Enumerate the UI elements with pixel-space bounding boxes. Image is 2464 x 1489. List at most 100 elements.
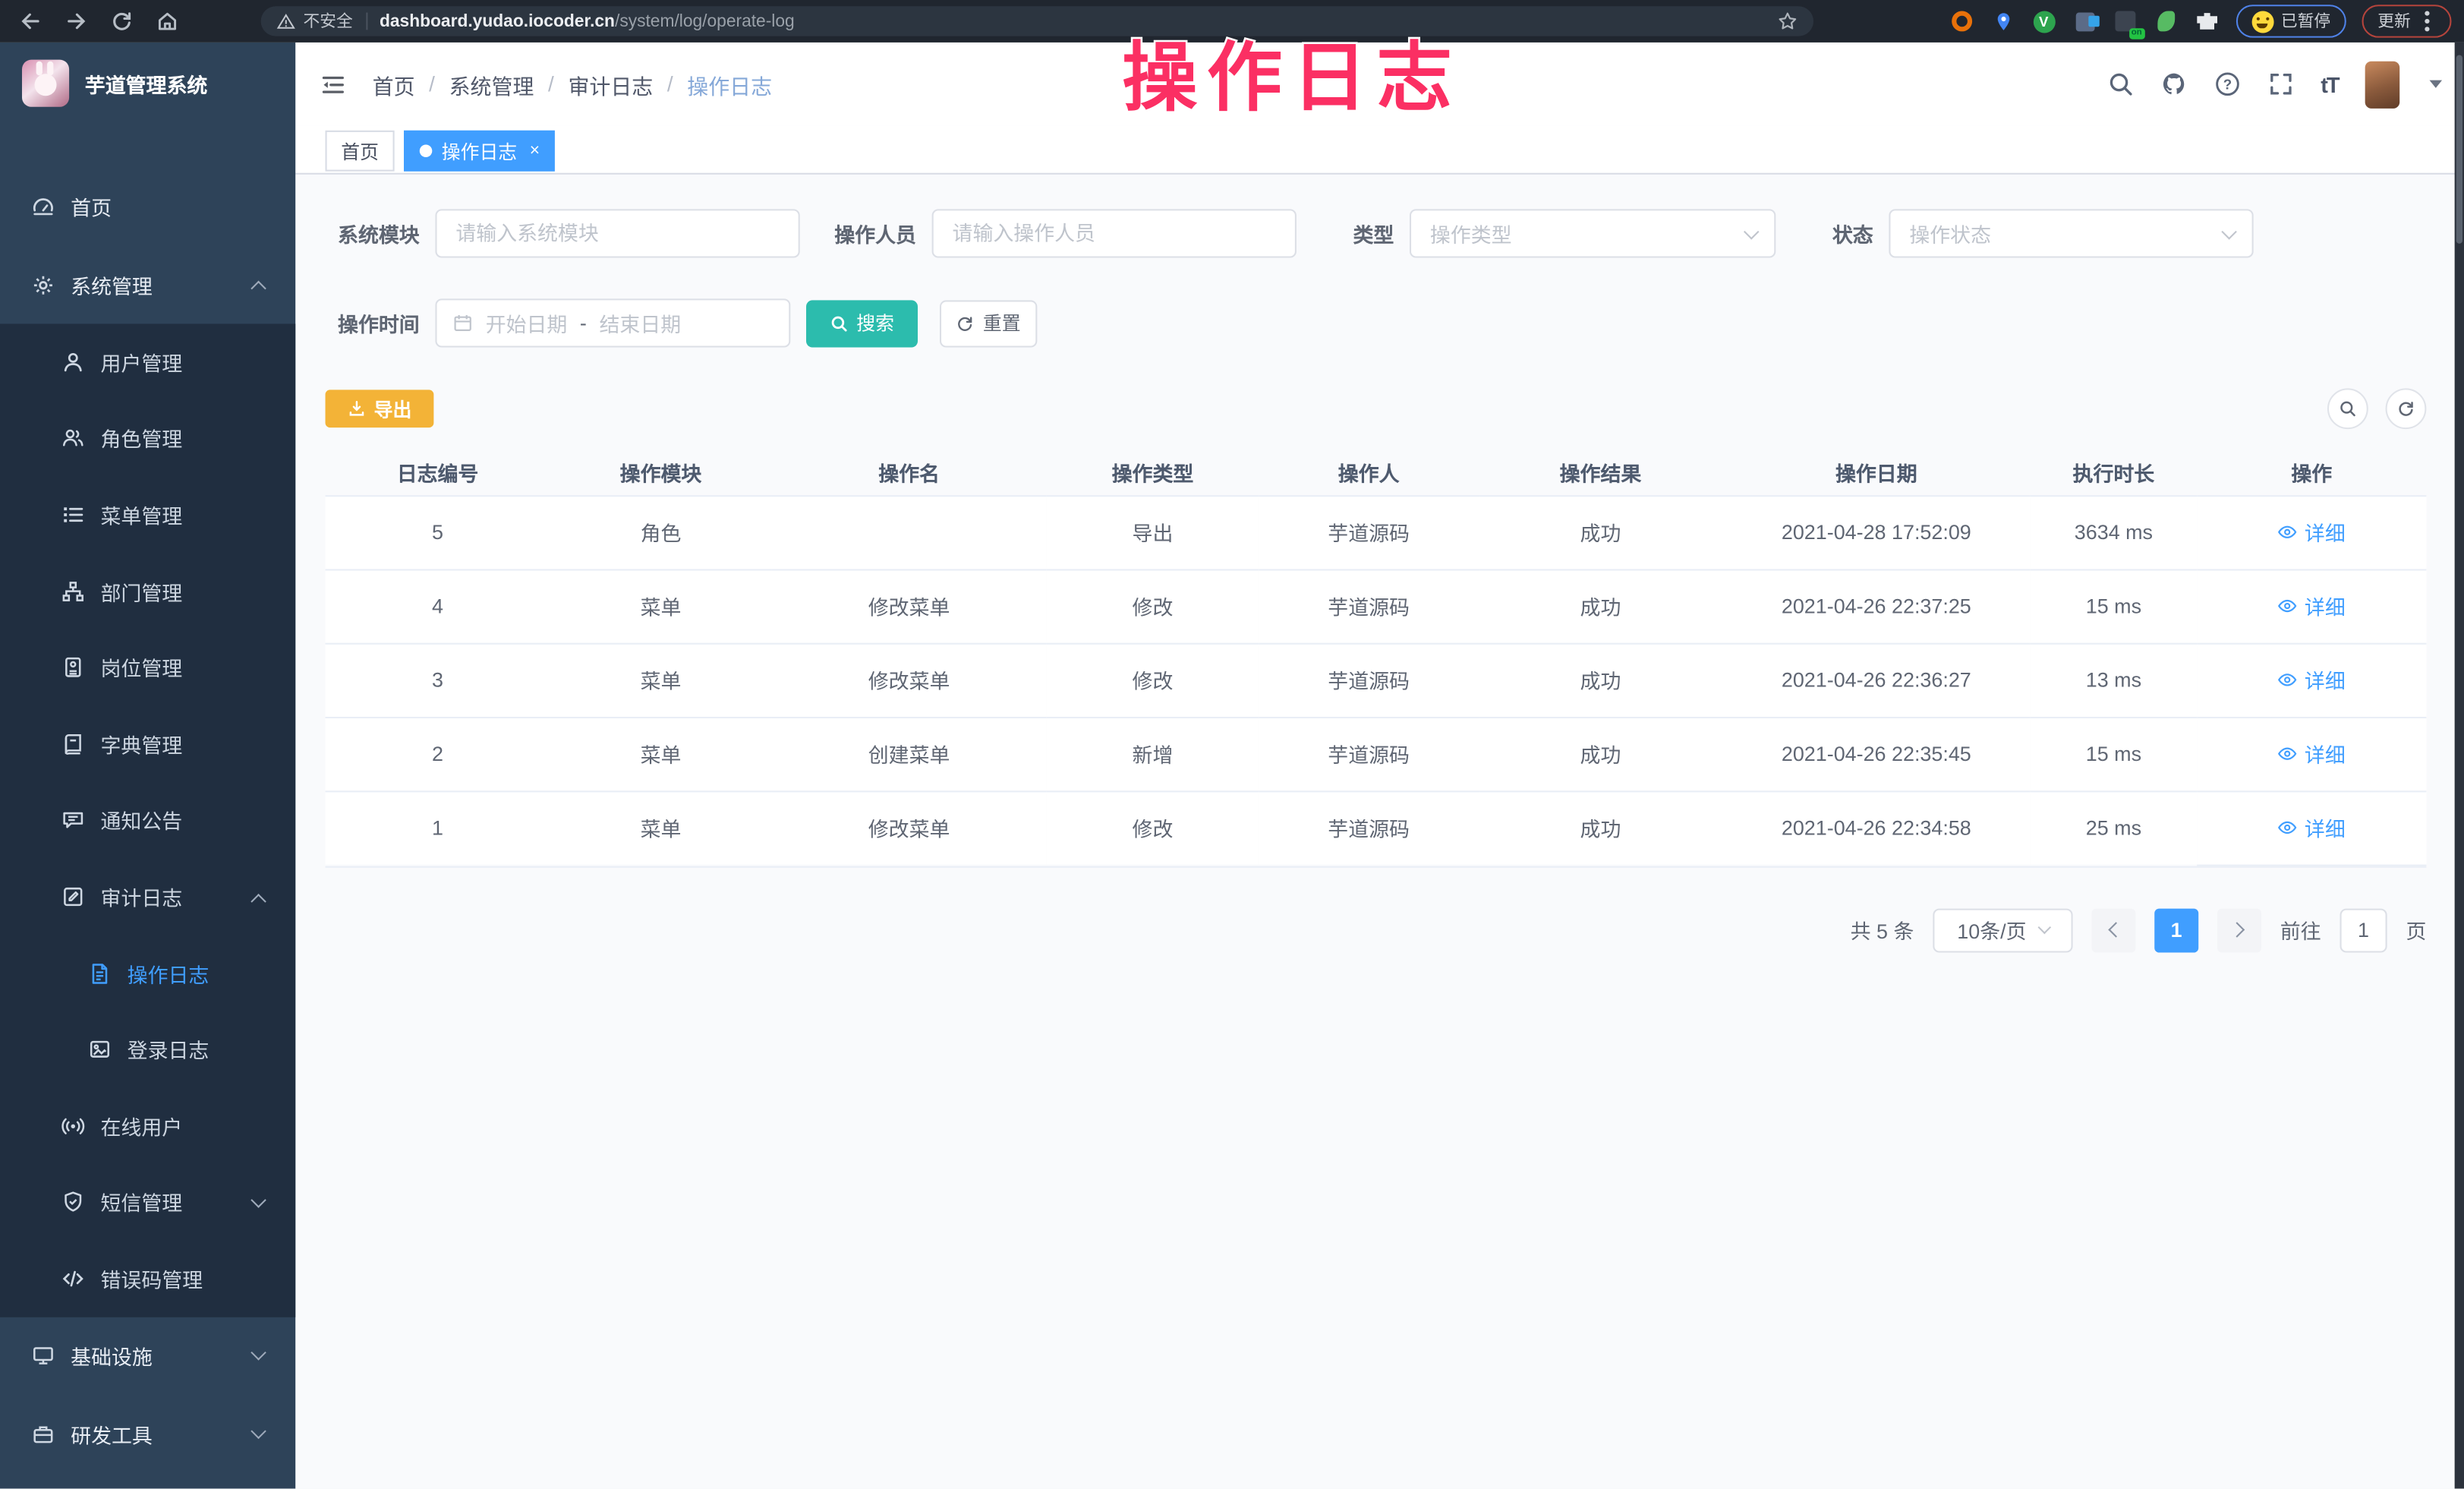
back-icon[interactable] <box>19 9 43 33</box>
page-size-select[interactable]: 10条/页 <box>1933 908 2072 952</box>
sidebar-item-infrastructure[interactable]: 基础设施 <box>0 1317 295 1396</box>
refresh-icon[interactable] <box>2386 388 2427 429</box>
sidebar-item-role-management[interactable]: 角色管理 <box>0 400 295 477</box>
cell-operator: 芋道源码 <box>1259 495 1479 569</box>
prev-page-button[interactable] <box>2091 908 2135 952</box>
address-bar[interactable]: 不安全 dashboard.yudao.iocoder.cn/system/lo… <box>261 6 1813 36</box>
breadcrumb-system-management[interactable]: 系统管理 <box>449 68 534 99</box>
browser-menu-icon[interactable] <box>2425 19 2429 24</box>
sidebar-item-system-management[interactable]: 系统管理 <box>0 245 295 324</box>
search-icon <box>830 314 849 333</box>
operator-input[interactable] <box>932 209 1297 257</box>
sidebar-item-audit-log[interactable]: 审计日志 <box>0 859 295 935</box>
security-label: 不安全 <box>304 9 353 33</box>
sidebar-item-department-management[interactable]: 部门管理 <box>0 553 295 629</box>
detail-link[interactable]: 详细 <box>2278 665 2346 695</box>
cell-log-id: 4 <box>326 569 550 642</box>
home-icon[interactable] <box>156 9 179 33</box>
user-icon <box>61 350 85 374</box>
breadcrumb-audit-log[interactable]: 审计日志 <box>568 68 653 99</box>
status-select[interactable]: 操作状态 <box>1889 209 2253 257</box>
chrome-update-button[interactable]: 更新 <box>2362 5 2452 37</box>
sidebar-item-notice-announcement[interactable]: 通知公告 <box>0 782 295 859</box>
goto-page-input[interactable] <box>2340 908 2387 952</box>
browser-toolbar: 不安全 dashboard.yudao.iocoder.cn/system/lo… <box>0 0 2464 43</box>
module-label: 系统模块 <box>326 219 420 248</box>
sidebar-item-login-log[interactable]: 登录日志 <box>0 1011 295 1088</box>
sidebar-fold-icon[interactable] <box>319 70 347 98</box>
caret-down-icon[interactable] <box>2430 80 2443 88</box>
close-icon[interactable]: × <box>530 142 540 159</box>
page-unit-label: 页 <box>2406 915 2426 945</box>
detail-link[interactable]: 详细 <box>2278 739 2346 768</box>
cell-op-type: 修改 <box>1047 569 1259 642</box>
help-icon[interactable]: ? <box>2214 71 2240 97</box>
date-range-picker[interactable]: 开始日期 - 结束日期 <box>435 298 790 347</box>
current-page-button[interactable]: 1 <box>2154 908 2198 952</box>
fullscreen-icon[interactable] <box>2267 71 2294 97</box>
map-pin-extension-icon[interactable] <box>1990 8 2015 33</box>
green-v-extension-icon[interactable]: V <box>2031 8 2056 33</box>
orange-ring-extension-icon[interactable] <box>1949 8 1974 33</box>
cell-module: 菜单 <box>550 569 772 642</box>
url-divider <box>365 13 367 30</box>
search-button[interactable]: 搜索 <box>806 299 918 346</box>
forward-icon[interactable] <box>65 9 88 33</box>
sidebar-item-user-management[interactable]: 用户管理 <box>0 323 295 400</box>
search-icon[interactable] <box>2107 71 2134 97</box>
col-module: 操作模块 <box>550 451 772 495</box>
cell-op-type: 修改 <box>1047 643 1259 717</box>
breadcrumb-separator: / <box>667 72 673 96</box>
announcement-icon <box>61 809 85 832</box>
sidebar-item-error-code-management[interactable]: 错误码管理 <box>0 1241 295 1317</box>
reload-icon[interactable] <box>110 9 134 33</box>
detail-link[interactable]: 详细 <box>2278 517 2346 547</box>
security-chip[interactable]: 不安全 <box>276 9 352 33</box>
menu-list-icon <box>61 503 85 526</box>
avatar[interactable] <box>2365 61 2400 108</box>
search-toggle-icon[interactable] <box>2327 388 2368 429</box>
detail-link[interactable]: 详细 <box>2278 812 2346 842</box>
window-scrollbar[interactable] <box>2455 43 2464 1489</box>
sidebar-item-label: 操作日志 <box>128 958 210 988</box>
sidebar-item-label: 菜单管理 <box>100 500 182 529</box>
tab-operate-log[interactable]: 操作日志 × <box>404 131 556 172</box>
leaf-extension-icon[interactable] <box>2154 8 2179 33</box>
detail-link[interactable]: 详细 <box>2278 591 2346 620</box>
sidebar-item-post-management[interactable]: 岗位管理 <box>0 629 295 706</box>
sidebar-item-operate-log[interactable]: 操作日志 <box>0 935 295 1011</box>
github-icon[interactable] <box>2160 71 2187 97</box>
next-page-button[interactable] <box>2217 908 2261 952</box>
cell-op-type: 新增 <box>1047 717 1259 790</box>
export-button[interactable]: 导出 <box>326 390 434 427</box>
type-select[interactable]: 操作类型 <box>1410 209 1776 257</box>
page-size-value: 10条/页 <box>1957 915 2026 945</box>
cell-log-id: 3 <box>326 643 550 717</box>
sidebar-item-online-users[interactable]: 在线用户 <box>0 1087 295 1164</box>
font-size-icon[interactable]: tT <box>2321 71 2338 96</box>
on-badge-extension-icon[interactable]: on <box>2113 8 2138 33</box>
blue-blocks-extension-icon[interactable] <box>2072 8 2097 33</box>
sidebar-item-sms-management[interactable]: 短信管理 <box>0 1164 295 1241</box>
users-icon <box>61 427 85 450</box>
breadcrumb-home[interactable]: 首页 <box>373 68 415 99</box>
module-input[interactable] <box>435 209 799 257</box>
scrollbar-thumb[interactable] <box>2456 55 2462 243</box>
sidebar-item-home[interactable]: 首页 <box>0 166 295 245</box>
reset-button[interactable]: 重置 <box>940 299 1037 346</box>
app-header: 首页 / 系统管理 / 审计日志 / 操作日志 ? tT <box>295 43 2464 126</box>
svg-text:?: ? <box>2223 76 2231 92</box>
tab-home[interactable]: 首页 <box>326 131 395 172</box>
cell-operator: 芋道源码 <box>1259 569 1479 642</box>
bookmark-star-icon[interactable] <box>1777 11 1798 31</box>
sidebar-item-dict-management[interactable]: 字典管理 <box>0 705 295 782</box>
sidebar-item-label: 岗位管理 <box>100 652 182 682</box>
sidebar-item-menu-management[interactable]: 菜单管理 <box>0 477 295 554</box>
sidebar-item-dev-tools[interactable]: 研发工具 <box>0 1396 295 1475</box>
app-logo-row[interactable]: 芋道管理系统 <box>0 43 295 125</box>
puzzle-extensions-icon[interactable] <box>2195 8 2220 33</box>
operate-log-icon <box>88 961 112 985</box>
sidebar-item-label: 在线用户 <box>100 1111 182 1140</box>
sidebar-item-label: 首页 <box>71 191 112 221</box>
profile-paused-badge[interactable]: 已暂停 <box>2236 5 2346 37</box>
